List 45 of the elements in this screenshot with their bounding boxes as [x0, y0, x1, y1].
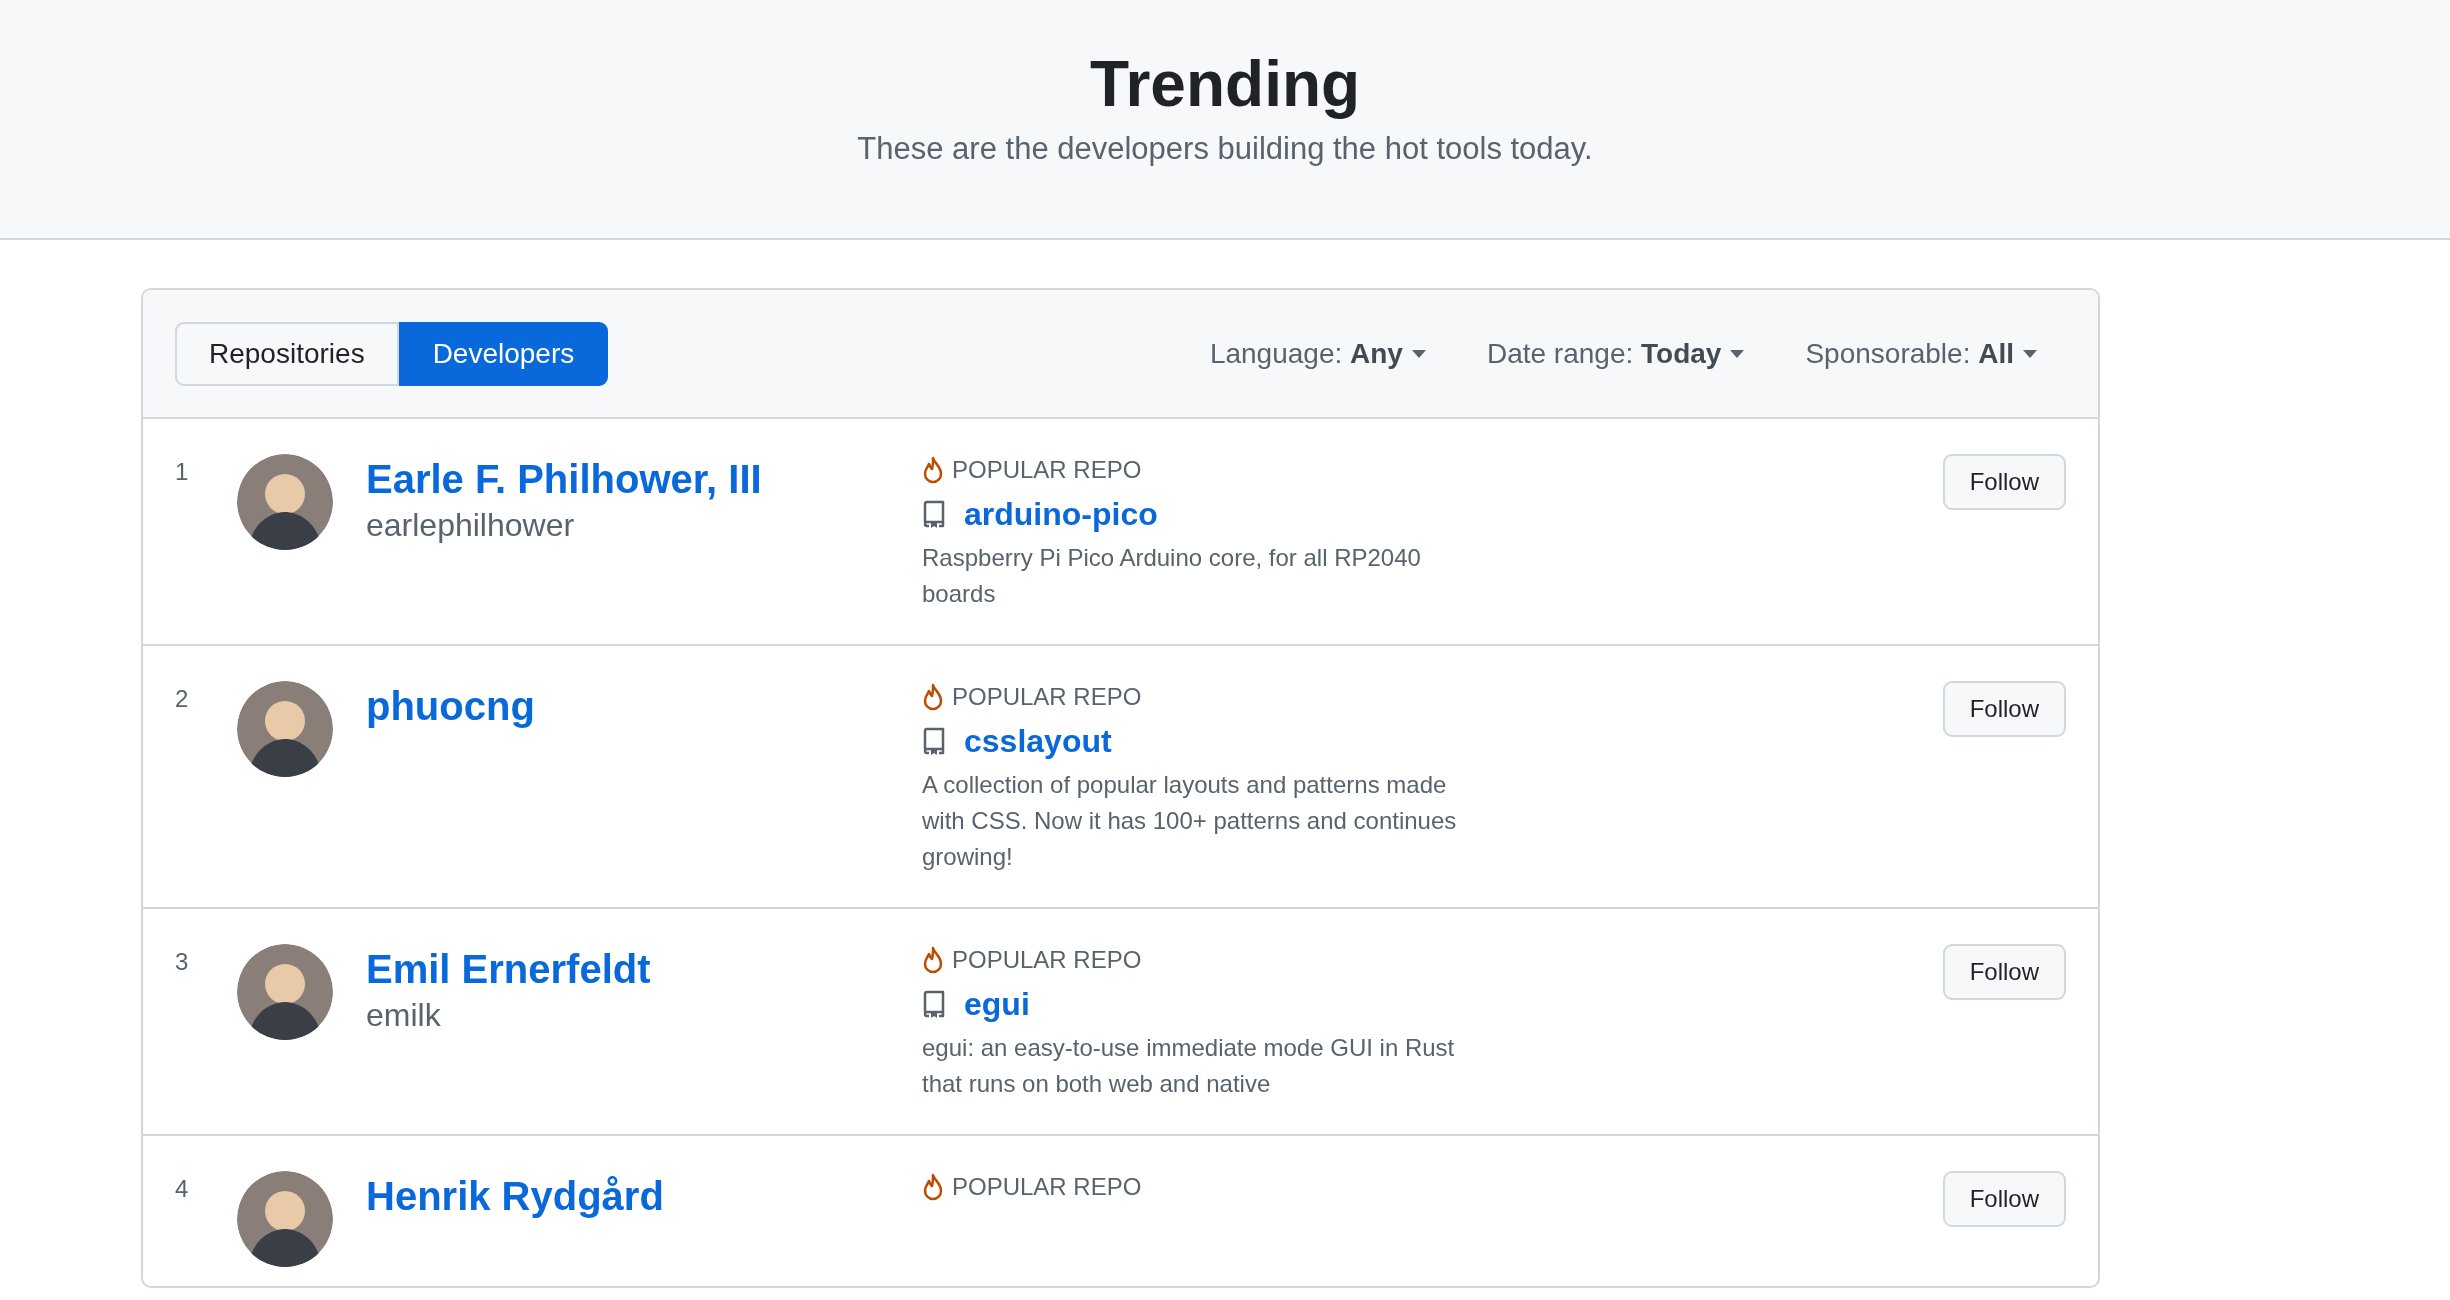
avatar[interactable]	[237, 681, 333, 777]
tab[interactable]: Repositories	[175, 321, 399, 386]
flame-icon	[922, 946, 944, 974]
developer-name[interactable]: phuocng	[366, 681, 922, 731]
caret-icon	[1410, 348, 1427, 359]
rank-number: 1	[175, 457, 190, 487]
follow-button[interactable]: Follow	[1942, 1171, 2066, 1227]
repo-icon	[922, 990, 946, 1018]
follow-button[interactable]: Follow	[1942, 681, 2066, 737]
avatar[interactable]	[237, 454, 333, 550]
repo-icon	[922, 500, 946, 528]
repo-description: A collection of popular layouts and patterns made with CSS. Now it has 100+ patterns and continues growing!	[922, 770, 1458, 872]
popular-repo-label: POPULAR REPO	[952, 455, 1142, 485]
repo-link[interactable]: csslayout	[964, 721, 1112, 761]
filter-dropdown[interactable]: Date range: Today	[1486, 332, 1746, 375]
avatar[interactable]	[237, 944, 333, 1040]
repo-description: Raspberry Pi Pico Arduino core, for all RP2040 boards	[922, 543, 1422, 609]
repo-description: egui: an easy-to-use immediate mode GUI in Rust that runs on both web and native	[922, 1033, 1456, 1099]
page-title: Trending	[1089, 47, 1361, 122]
filter-dropdown[interactable]: Sponsorable: All	[1805, 332, 2038, 375]
page-subtitle: These are the developers building the hot tools today.	[857, 130, 1593, 168]
avatar[interactable]	[237, 1171, 333, 1267]
repo-link[interactable]: arduino-pico	[964, 494, 1158, 534]
popular-repo-label: POPULAR REPO	[952, 945, 1142, 975]
caret-icon	[1729, 348, 1746, 359]
username[interactable]: earlephilhower	[366, 504, 922, 546]
repo-icon	[922, 727, 946, 755]
flame-icon	[922, 683, 944, 711]
developer-name[interactable]: Earle F. Philhower, III	[366, 454, 922, 504]
follow-button[interactable]: Follow	[1942, 454, 2066, 510]
rank-number: 3	[175, 947, 190, 977]
caret-icon	[2022, 348, 2038, 359]
rank-number: 4	[175, 1174, 190, 1204]
repo-link[interactable]: egui	[964, 984, 1030, 1024]
rank-number: 2	[175, 684, 190, 714]
username[interactable]: emilk	[366, 994, 922, 1036]
developer-name[interactable]: Henrik Rydgård	[366, 1171, 922, 1221]
flame-icon	[922, 456, 944, 484]
filter-dropdown[interactable]: Language: Any	[1209, 332, 1427, 375]
tab[interactable]: Developers	[398, 321, 609, 386]
follow-button[interactable]: Follow	[1942, 944, 2066, 1000]
developer-name[interactable]: Emil Ernerfeldt	[366, 944, 922, 994]
flame-icon	[922, 1173, 944, 1201]
popular-repo-label: POPULAR REPO	[952, 682, 1142, 712]
popular-repo-label: POPULAR REPO	[952, 1172, 1142, 1202]
